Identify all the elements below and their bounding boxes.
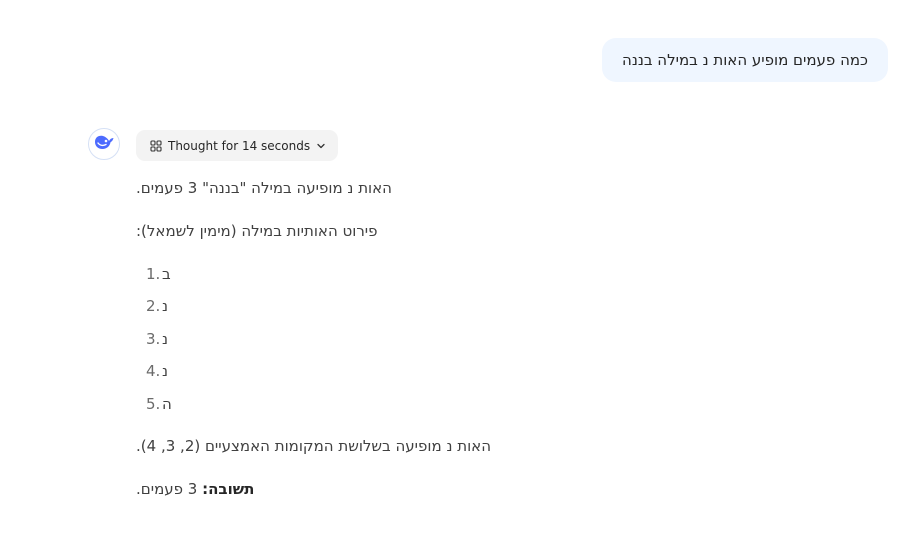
answer-label: תשובה:: [202, 480, 255, 498]
thought-label: Thought for 14 seconds: [168, 138, 311, 153]
sparkle-grid-icon: [150, 139, 162, 152]
answer-paragraph-3: האות נ מופיעה בשלושת המקומות האמצעיים (2…: [136, 437, 491, 455]
list-item-number: 2.: [146, 297, 161, 315]
chevron-down-icon: [316, 141, 326, 151]
list-item-letter: נ: [162, 297, 169, 315]
thought-toggle-button[interactable]: Thought for 14 seconds: [136, 130, 339, 161]
list-item-number: 5.: [146, 395, 161, 413]
list-item-number: 3.: [146, 330, 161, 348]
answer-value: 3 פעמים.: [136, 480, 198, 498]
list-item-letter: נ: [162, 330, 169, 348]
answer-paragraph-2: פירוט האותיות במילה (מימין לשמאל):: [136, 222, 378, 240]
list-item-letter: ב: [162, 265, 171, 283]
list-item-letter: ה: [162, 395, 172, 413]
list-item-number: 1.: [146, 265, 161, 283]
list-item-letter: נ: [162, 362, 169, 380]
final-answer: תשובה: 3 פעמים.: [136, 480, 254, 498]
user-message-text: כמה פעמים מופיע האות נ במילה בננה: [622, 51, 868, 69]
deepseek-whale-icon: [93, 133, 115, 155]
answer-paragraph-1: האות נ מופיעה במילה "בננה" 3 פעמים.: [136, 179, 392, 197]
list-item-number: 4.: [146, 362, 161, 380]
user-message-bubble: כמה פעמים מופיע האות נ במילה בננה: [602, 38, 888, 82]
assistant-avatar: [88, 128, 120, 160]
